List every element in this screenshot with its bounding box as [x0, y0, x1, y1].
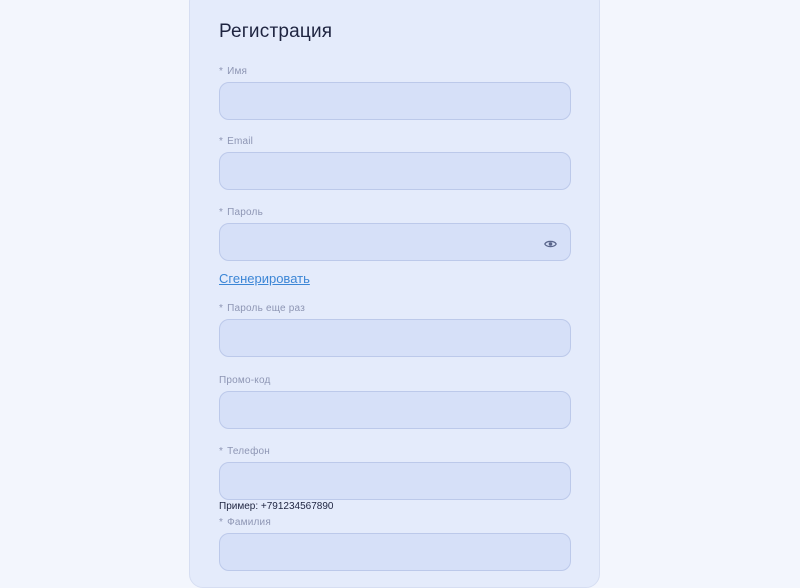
- eye-icon[interactable]: [544, 237, 557, 250]
- generate-password-link[interactable]: Сгенерировать: [219, 271, 310, 286]
- password-confirm-label: * Пароль еще раз: [219, 303, 305, 314]
- phone-hint: Пример: +791234567890: [219, 501, 334, 512]
- phone-input[interactable]: [219, 462, 571, 500]
- required-mark: *: [219, 66, 224, 77]
- surname-label: * Фамилия: [219, 517, 271, 528]
- name-input[interactable]: [219, 82, 571, 120]
- promo-code-label: Промо-код: [219, 375, 271, 386]
- required-mark: *: [219, 207, 224, 218]
- required-mark: *: [219, 446, 224, 457]
- password-input[interactable]: [219, 223, 571, 261]
- required-mark: *: [219, 303, 224, 314]
- password-label: * Пароль: [219, 207, 263, 218]
- registration-card: Регистрация * Имя * Email * Пароль Сгенерир…: [189, 0, 600, 588]
- form-title: Регистрация: [219, 21, 333, 42]
- phone-label: * Телефон: [219, 446, 270, 457]
- required-mark: *: [219, 517, 224, 528]
- password-confirm-input[interactable]: [219, 319, 571, 357]
- name-label: * Имя: [219, 66, 248, 77]
- surname-input[interactable]: [219, 533, 571, 571]
- required-mark: *: [219, 136, 224, 147]
- email-input[interactable]: [219, 152, 571, 190]
- email-label: * Email: [219, 136, 254, 147]
- promo-code-input[interactable]: [219, 391, 571, 429]
